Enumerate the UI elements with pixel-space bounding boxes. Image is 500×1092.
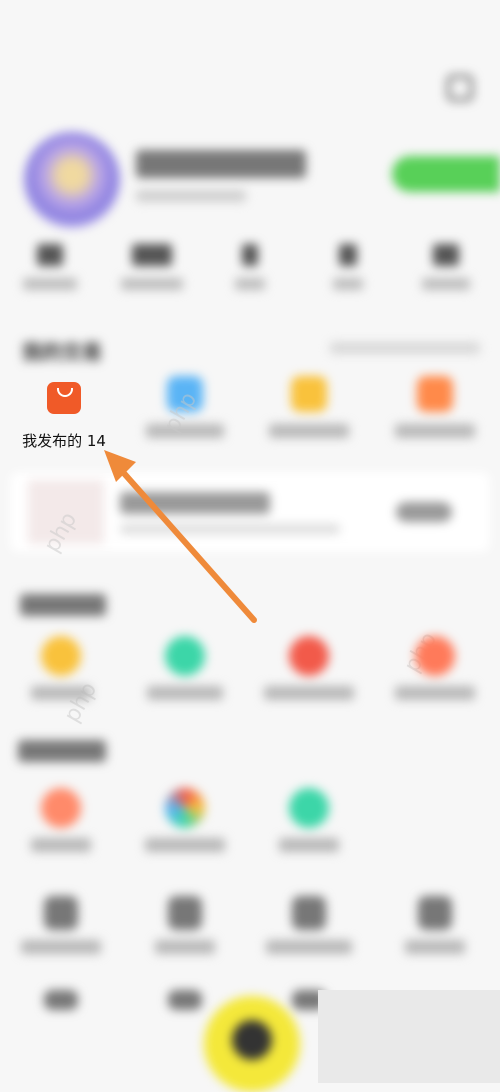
stat-item[interactable] (406, 244, 486, 290)
grid-item[interactable] (254, 636, 364, 700)
stat-item[interactable] (112, 244, 192, 290)
grid-item[interactable] (130, 636, 240, 700)
trade-item[interactable] (380, 376, 490, 438)
user-subtitle (136, 190, 246, 202)
publish-fab-button[interactable] (204, 996, 300, 1092)
vip-badge[interactable] (392, 156, 500, 192)
section-title-my-trade: 我的交易 (22, 340, 102, 364)
my-published-label: 我发布的 14 (22, 432, 106, 450)
avatar[interactable] (24, 132, 120, 228)
username (136, 150, 306, 178)
tool-item[interactable] (6, 896, 116, 954)
grid-item[interactable] (380, 636, 490, 700)
tool-item[interactable] (380, 896, 490, 954)
section-title (20, 594, 106, 616)
section-more-link[interactable] (330, 342, 480, 354)
yellow-circle-icon (291, 376, 327, 412)
tool-item[interactable] (130, 896, 240, 954)
settings-icon[interactable] (446, 74, 480, 108)
stat-item[interactable] (10, 244, 90, 290)
grid-item[interactable] (254, 788, 364, 852)
promo-banner[interactable] (10, 472, 490, 552)
bottom-corner-overlay (318, 990, 500, 1083)
section-title (18, 740, 106, 762)
stat-item[interactable] (210, 244, 290, 290)
grid-item[interactable] (6, 788, 116, 852)
tool-item[interactable] (254, 896, 364, 954)
banner-button[interactable] (396, 502, 452, 522)
orange-circle-icon (417, 376, 453, 412)
grid-item[interactable] (130, 788, 240, 852)
stat-item[interactable] (308, 244, 388, 290)
grid-item[interactable] (6, 636, 116, 700)
my-published-item[interactable]: 我发布的 14 (14, 376, 114, 451)
trade-item[interactable] (254, 376, 364, 438)
shopping-bag-icon (47, 382, 81, 414)
tool-item[interactable] (6, 990, 116, 1010)
